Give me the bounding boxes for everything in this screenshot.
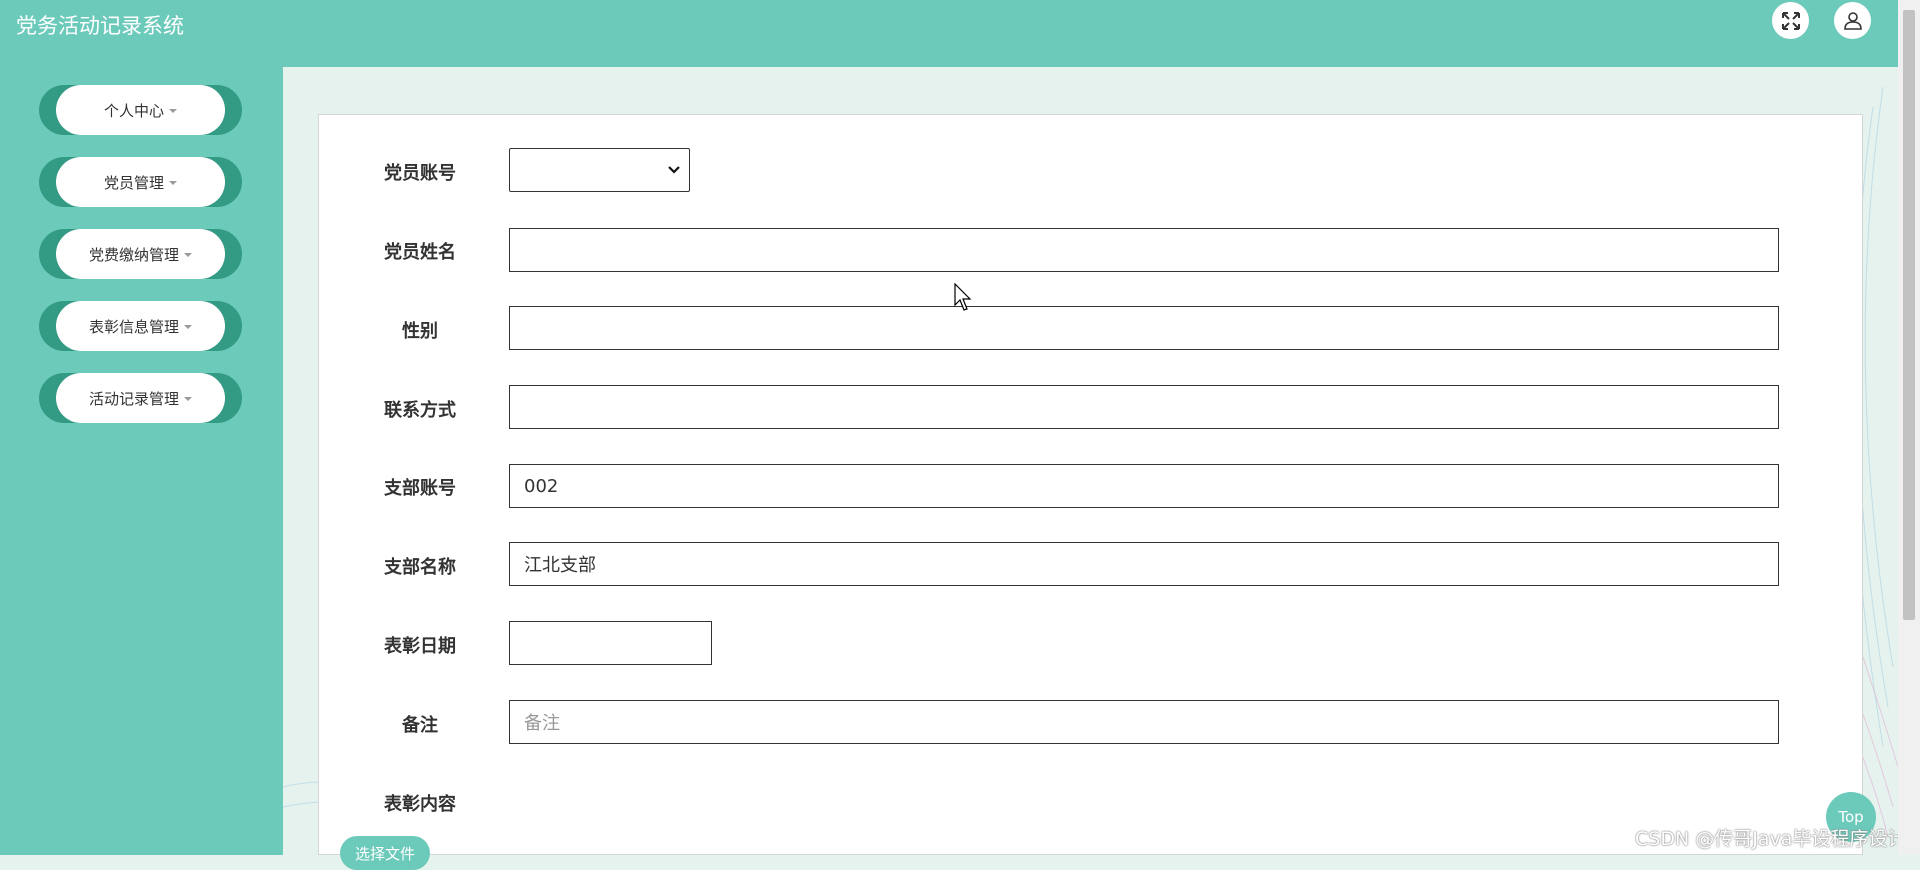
chevron-down-icon [169,181,177,185]
sidebar-item-personal-center[interactable]: 个人中心 [39,85,242,135]
choose-file-button[interactable]: 选择文件 [340,836,430,870]
scrollbar-thumb[interactable] [1903,10,1915,620]
fullscreen-icon [1781,11,1800,30]
sidebar-item-label: 表彰信息管理 [88,317,179,336]
chevron-down-icon [184,325,192,329]
sidebar-item-label: 个人中心 [103,101,164,120]
fullscreen-button[interactable] [1772,2,1809,39]
gender-label: 性别 [402,321,438,342]
branch-account-input[interactable]: 002 [509,464,1779,508]
app-title: 党务活动记录系统 [16,14,184,38]
branch-name-input[interactable]: 江北支部 [509,542,1779,586]
mouse-cursor-icon [954,283,972,311]
sidebar-item-commendation-management[interactable]: 表彰信息管理 [39,301,242,351]
sidebar-item-fee-management[interactable]: 党费缴纳管理 [39,229,242,279]
member-account-select[interactable] [509,148,690,192]
gender-input[interactable] [509,306,1779,350]
chevron-down-icon [668,166,680,174]
member-account-label: 党员账号 [384,163,456,184]
contact-label: 联系方式 [384,400,456,421]
sidebar-item-label: 党员管理 [103,173,164,192]
branch-name-label: 支部名称 [384,557,456,578]
sidebar-item-label: 党费缴纳管理 [88,245,179,264]
member-name-input[interactable] [509,228,1779,272]
member-name-label: 党员姓名 [384,242,456,263]
user-icon [1843,11,1862,30]
contact-input[interactable] [509,385,1779,429]
branch-account-label: 支部账号 [384,478,456,499]
chevron-down-icon [184,397,192,401]
commend-date-label: 表彰日期 [384,636,456,657]
chevron-down-icon [169,109,177,113]
sidebar-item-member-management[interactable]: 党员管理 [39,157,242,207]
watermark: CSDN @传哥Java毕设程序设计 [1635,828,1907,850]
chevron-down-icon [184,253,192,257]
commend-date-input[interactable] [509,621,712,665]
top-header: 党务活动记录系统 [0,0,1898,67]
sidebar-item-label: 活动记录管理 [88,389,179,408]
remark-label: 备注 [402,715,438,736]
page-scrollbar[interactable] [1898,0,1920,855]
sidebar-item-activity-management[interactable]: 活动记录管理 [39,373,242,423]
remark-input[interactable]: 备注 [509,700,1779,744]
user-button[interactable] [1834,2,1871,39]
commend-content-label: 表彰内容 [384,794,456,815]
sidebar: 个人中心 党员管理 党费缴纳管理 表彰信息管理 活动记录管理 [0,67,283,855]
